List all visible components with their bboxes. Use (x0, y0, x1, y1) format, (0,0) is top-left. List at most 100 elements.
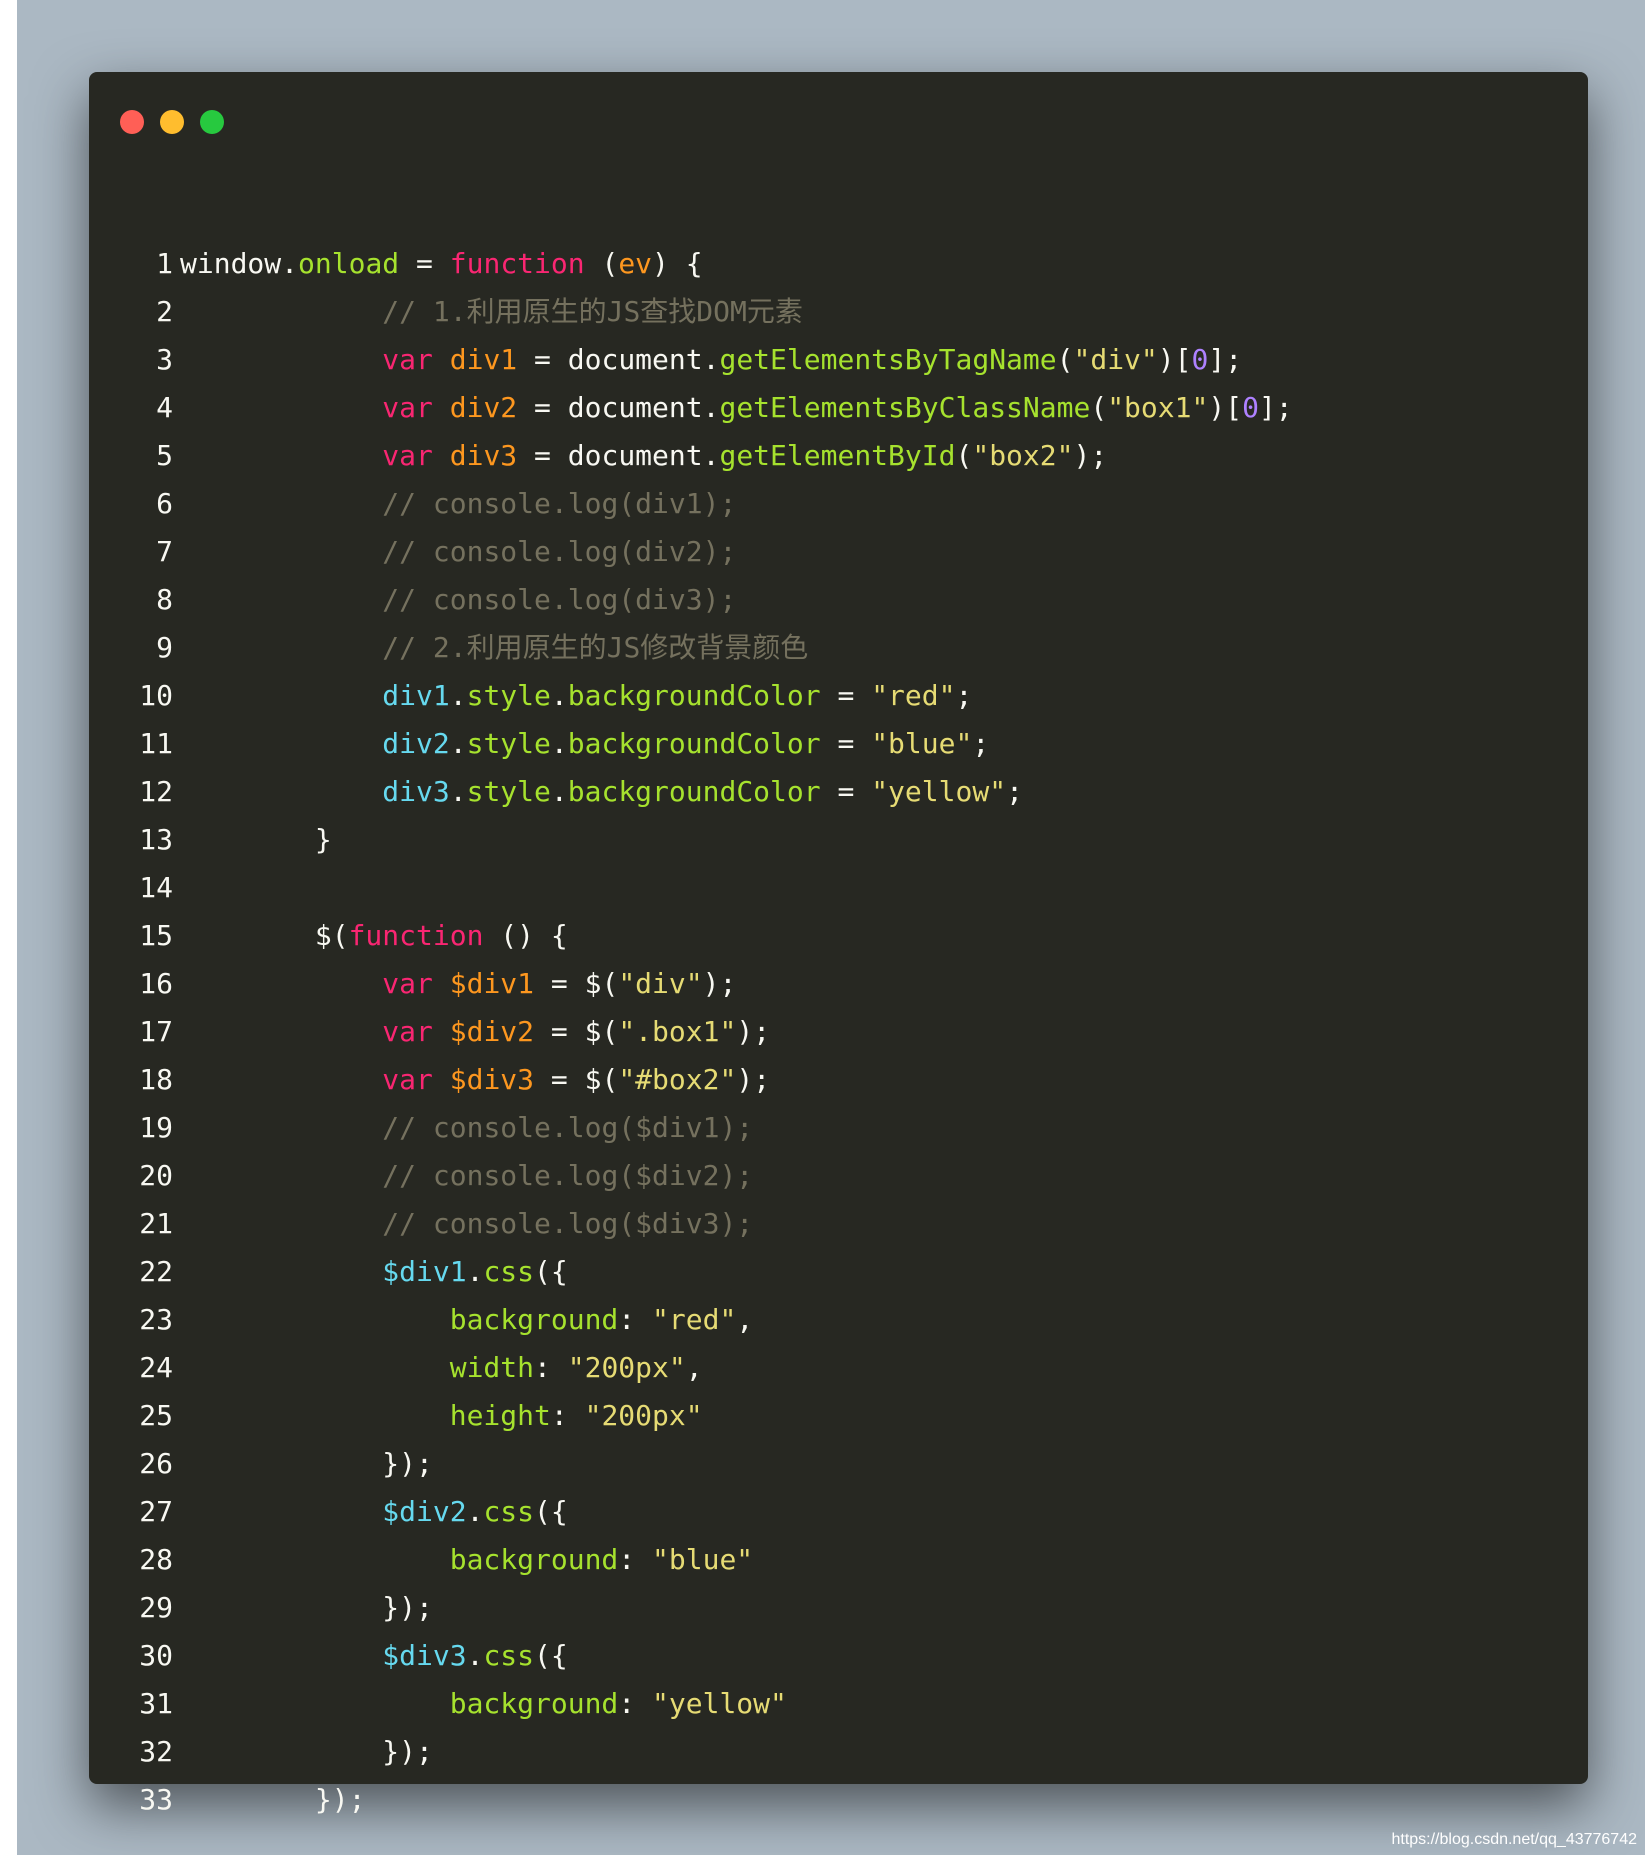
token-var: ev (618, 247, 653, 280)
line-number: 29 (139, 1591, 173, 1624)
token-plain: }); (180, 1735, 433, 1768)
token-plain: , (736, 1303, 754, 1336)
code-line: 21 // console.log($div3); (89, 1200, 1588, 1248)
code-line: 28 background: "blue" (89, 1536, 1588, 1584)
line-number: 5 (156, 439, 173, 472)
token-plain: ( (1056, 343, 1074, 376)
line-number: 10 (139, 679, 173, 712)
token-plain: ({ (534, 1495, 568, 1528)
token-plain: ( (955, 439, 973, 472)
code-block: 1 window.onload = function (ev) {2 // 1.利… (89, 240, 1588, 1824)
code-line: 27 $div2.css({ (89, 1488, 1588, 1536)
line-source: // console.log($div2); (180, 1152, 753, 1200)
token-string: "#box2" (618, 1063, 737, 1096)
token-plain: = (820, 775, 872, 808)
line-number: 23 (139, 1303, 173, 1336)
token-plain: . (466, 1255, 484, 1288)
line-number: 19 (139, 1111, 173, 1144)
code-line: 9 // 2.利用原生的JS修改背景颜色 (89, 624, 1588, 672)
code-line: 14 (89, 864, 1588, 912)
token-plain: ; (972, 727, 990, 760)
token-plain: = (820, 679, 872, 712)
code-line: 11 div2.style.backgroundColor = "blue"; (89, 720, 1588, 768)
line-number: 28 (139, 1543, 173, 1576)
token-prop: width (449, 1351, 535, 1384)
code-line: 12 div3.style.backgroundColor = "yellow"… (89, 768, 1588, 816)
token-prop: getElementsByTagName (719, 343, 1057, 376)
token-plain: = $( (534, 1015, 619, 1048)
token-prop: style (466, 727, 551, 760)
token-prop: background (449, 1303, 619, 1336)
code-line: 15 $(function () { (89, 912, 1588, 960)
token-var: div3 (449, 439, 518, 472)
code-line: 17 var $div2 = $(".box1"); (89, 1008, 1588, 1056)
line-number: 11 (139, 727, 173, 760)
code-line: 26 }); (89, 1440, 1588, 1488)
line-number: 25 (139, 1399, 173, 1432)
token-plain: ({ (534, 1255, 568, 1288)
line-source: // console.log(div1); (180, 480, 736, 528)
code-line: 2 // 1.利用原生的JS查找DOM元素 (89, 288, 1588, 336)
line-source: $div1.css({ (180, 1248, 568, 1296)
minimize-dot-icon[interactable] (160, 110, 184, 134)
token-comment: // console.log(div1); (382, 487, 737, 520)
code-line: 1 window.onload = function (ev) { (89, 240, 1588, 288)
close-dot-icon[interactable] (120, 110, 144, 134)
line-source: div1.style.backgroundColor = "red"; (180, 672, 972, 720)
token-plain: }); (180, 1447, 433, 1480)
code-line: 23 background: "red", (89, 1296, 1588, 1344)
token-string: "200px" (584, 1399, 703, 1432)
token-string: "yellow" (652, 1687, 787, 1720)
line-source: var $div1 = $("div"); (180, 960, 736, 1008)
token-plain: = $( (534, 1063, 619, 1096)
token-prop: css (483, 1255, 535, 1288)
token-keyword: var (382, 967, 433, 1000)
maximize-dot-icon[interactable] (200, 110, 224, 134)
token-plain: ; (955, 679, 973, 712)
token-plain: = (820, 727, 872, 760)
line-number: 30 (139, 1639, 173, 1672)
token-plain: ; (1006, 775, 1023, 808)
token-prop: backgroundColor (567, 727, 821, 760)
code-line: 24 width: "200px", (89, 1344, 1588, 1392)
line-source: // console.log(div3); (180, 576, 736, 624)
line-number: 33 (139, 1783, 173, 1816)
line-source: var $div2 = $(".box1"); (180, 1008, 770, 1056)
token-string: "200px" (567, 1351, 686, 1384)
token-plain: ({ (534, 1639, 568, 1672)
token-string: "blue" (871, 727, 973, 760)
token-prop: background (449, 1543, 619, 1576)
line-source: div3.style.backgroundColor = "yellow"; (180, 768, 1023, 816)
token-plain: $( (180, 919, 349, 952)
token-plain: : (618, 1543, 653, 1576)
line-number: 24 (139, 1351, 173, 1384)
token-plain: = document. (517, 391, 720, 424)
code-line: 8 // console.log(div3); (89, 576, 1588, 624)
token-prop: height (449, 1399, 551, 1432)
line-number: 18 (139, 1063, 173, 1096)
token-obj: $div1 (382, 1255, 467, 1288)
token-obj: div1 (382, 679, 450, 712)
code-line: 32 }); (89, 1728, 1588, 1776)
line-source: var div3 = document.getElementById("box2… (180, 432, 1107, 480)
token-keyword: var (382, 343, 433, 376)
line-source: background: "blue" (180, 1536, 753, 1584)
token-plain: () { (483, 919, 568, 952)
line-source: // console.log(div2); (180, 528, 736, 576)
line-source: $div3.css({ (180, 1632, 568, 1680)
